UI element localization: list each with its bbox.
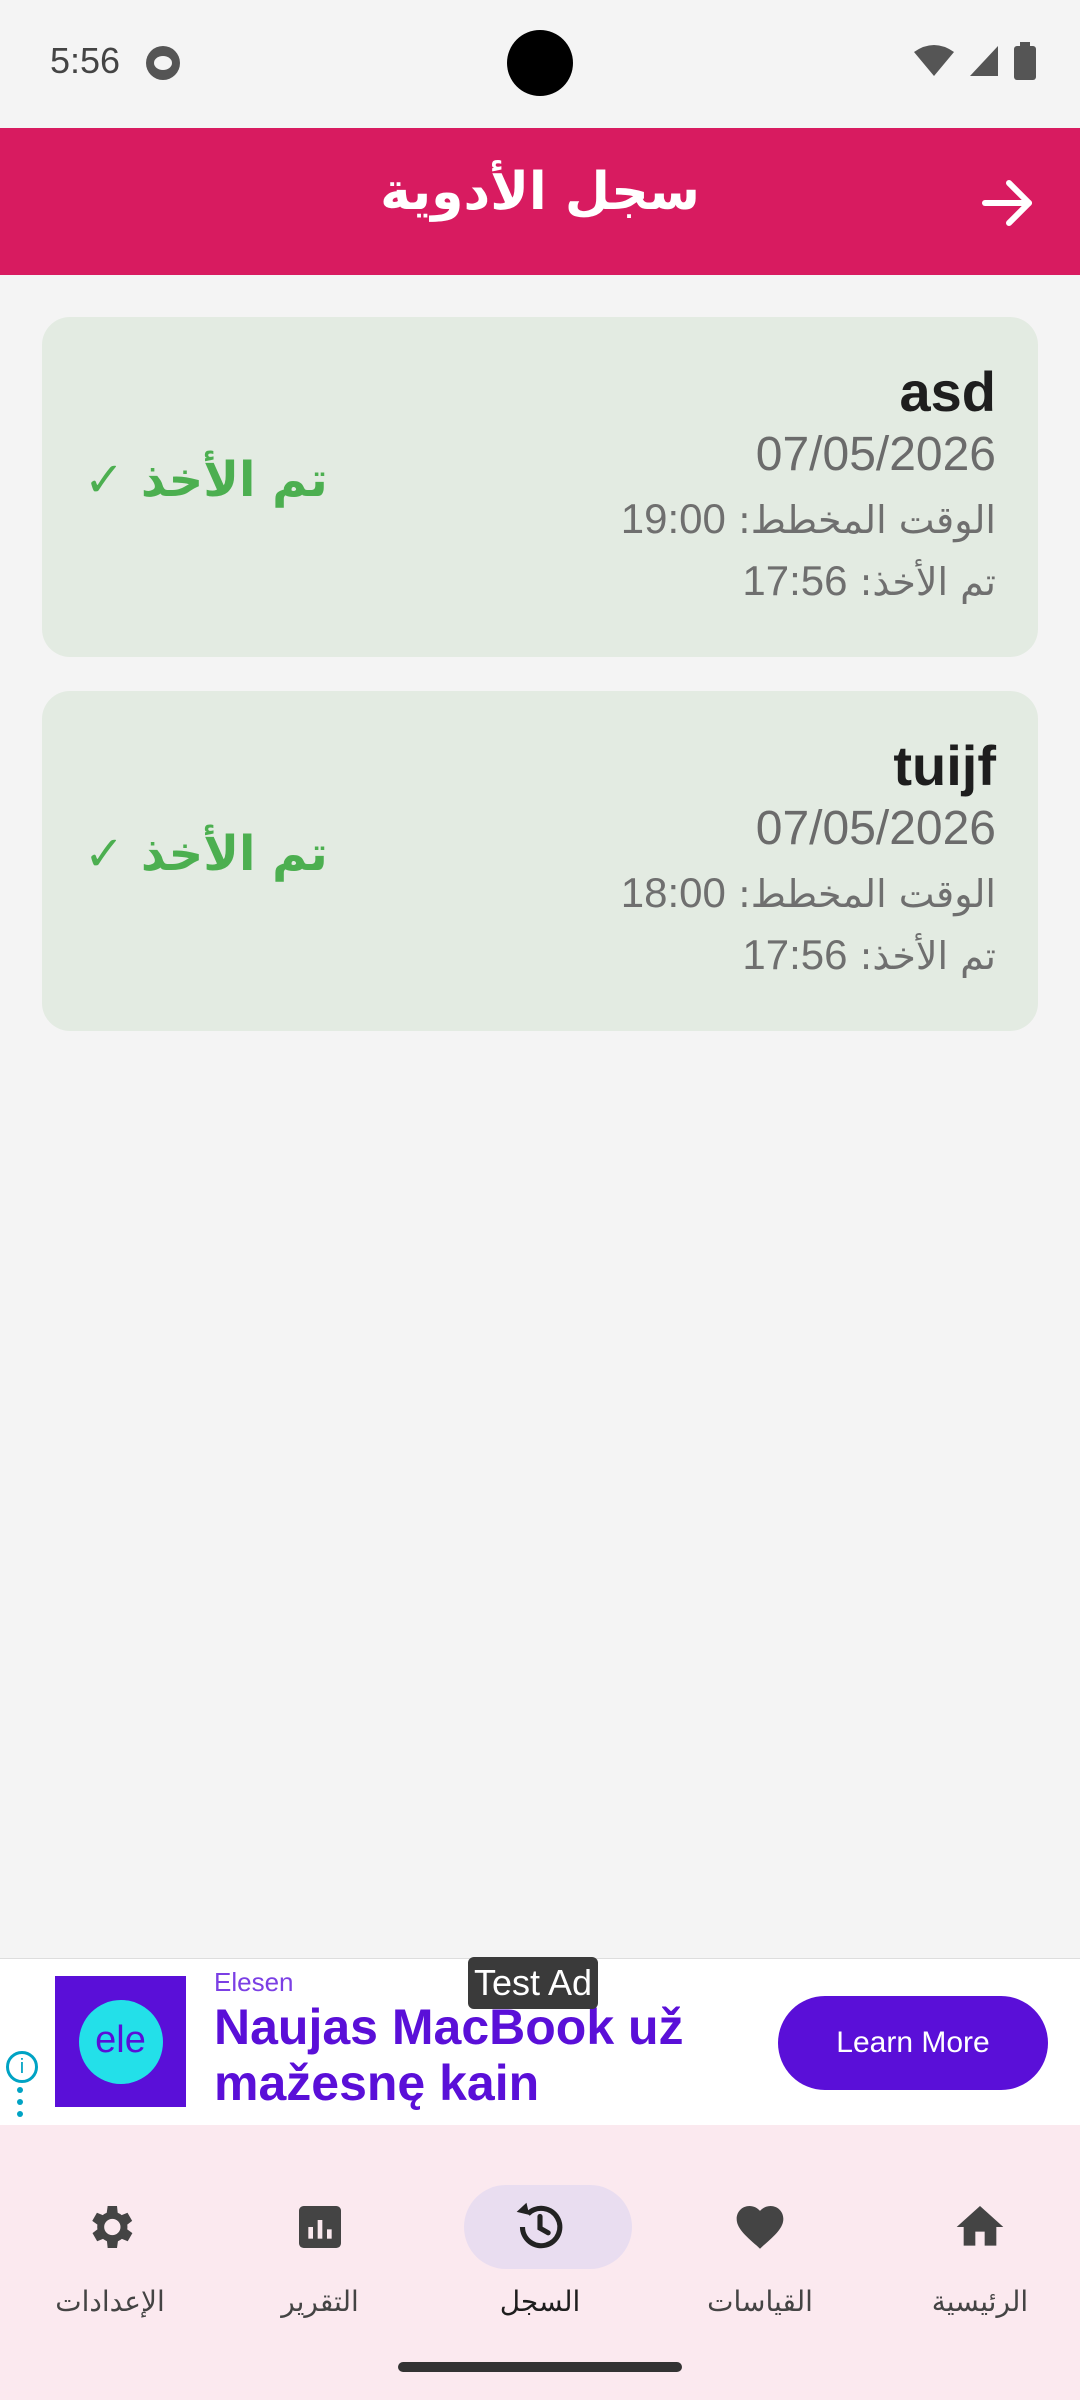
nav-item-report[interactable]: التقرير: [210, 2155, 430, 2325]
taken-status-badge: تم الأخذ ✓: [84, 452, 328, 508]
scheduled-time-label: الوقت المخطط:: [737, 872, 996, 916]
scheduled-time-row: الوقت المخطط: 19:00: [621, 495, 996, 543]
camera-cutout: [507, 30, 573, 96]
taken-time-row: تم الأخذ: 17:56: [742, 557, 996, 605]
back-button[interactable]: [972, 168, 1042, 238]
record-date: 07/05/2026: [755, 428, 996, 481]
bottom-navigation: الإعدادات التقرير السجل القياسات الرئيسي…: [0, 2125, 1080, 2400]
nav-item-history[interactable]: السجل: [430, 2155, 650, 2325]
ad-headline[interactable]: Naujas MacBook už mažesnę kain: [214, 1999, 734, 2111]
page-title: سجل الأدوية: [380, 162, 700, 222]
scheduled-time-value: 19:00: [620, 495, 726, 542]
ad-logo[interactable]: ele: [55, 1976, 186, 2107]
learn-more-button[interactable]: Learn More: [778, 1996, 1048, 2090]
taken-time-value: 17:56: [742, 931, 848, 978]
ad-banner[interactable]: i ele Elesen Naujas MacBook už mažesnę k…: [0, 1957, 1080, 2126]
history-icon: [516, 2202, 563, 2249]
nav-label-measurements: القياسات: [707, 2285, 813, 2318]
settings-icon: [92, 2206, 133, 2248]
ad-options-icon[interactable]: [17, 2087, 23, 2123]
nav-label-home: الرئيسية: [931, 2285, 1029, 2318]
notification-icon: [146, 46, 180, 80]
wifi-icon: [914, 45, 954, 76]
report-icon: [299, 2206, 341, 2248]
nav-label-report: التقرير: [281, 2285, 359, 2318]
status-time: 5:56: [50, 40, 121, 81]
gesture-home-bar[interactable]: [398, 2362, 682, 2372]
signal-icon: [970, 46, 998, 76]
status-icons: [914, 42, 1036, 80]
app-bar: سجل الأدوية: [0, 128, 1080, 275]
medication-record-card[interactable]: tuijf 07/05/2026 الوقت المخطط: 18:00 تم …: [42, 691, 1038, 1031]
battery-icon: [1014, 42, 1036, 80]
scheduled-time-label: الوقت المخطط:: [737, 498, 996, 542]
taken-time-value: 17:56: [742, 557, 848, 604]
status-bar: 5:56: [0, 0, 1080, 128]
heart-icon: [736, 2206, 784, 2249]
nav-item-home[interactable]: الرئيسية: [870, 2155, 1080, 2325]
nav-item-measurements[interactable]: القياسات: [650, 2155, 870, 2325]
test-ad-label: Test Ad: [468, 1957, 599, 2009]
home-icon: [956, 2206, 1004, 2246]
medication-record-card[interactable]: asd 07/05/2026 الوقت المخطط: 19:00 تم ال…: [42, 317, 1038, 657]
ad-brand[interactable]: Elesen: [214, 1967, 294, 1998]
scheduled-time-row: الوقت المخطط: 18:00: [621, 869, 996, 917]
taken-time-row: تم الأخذ: 17:56: [742, 931, 996, 979]
medication-name: asd: [899, 360, 997, 423]
ad-info-icon[interactable]: i: [6, 2051, 38, 2083]
record-date: 07/05/2026: [755, 802, 996, 855]
nav-label-settings: الإعدادات: [55, 2285, 165, 2318]
medication-name: tuijf: [893, 734, 996, 797]
nav-item-settings[interactable]: الإعدادات: [0, 2155, 220, 2325]
medication-history-list: asd 07/05/2026 الوقت المخطط: 19:00 تم ال…: [42, 317, 1038, 1065]
ad-logo-text: ele: [78, 1999, 163, 2084]
taken-time-label: تم الأخذ:: [859, 560, 996, 604]
taken-status-badge: تم الأخذ ✓: [84, 826, 328, 882]
nav-label-history: السجل: [499, 2285, 581, 2318]
arrow-back-icon: [982, 180, 1032, 226]
scheduled-time-value: 18:00: [620, 869, 726, 916]
taken-time-label: تم الأخذ:: [859, 934, 996, 978]
